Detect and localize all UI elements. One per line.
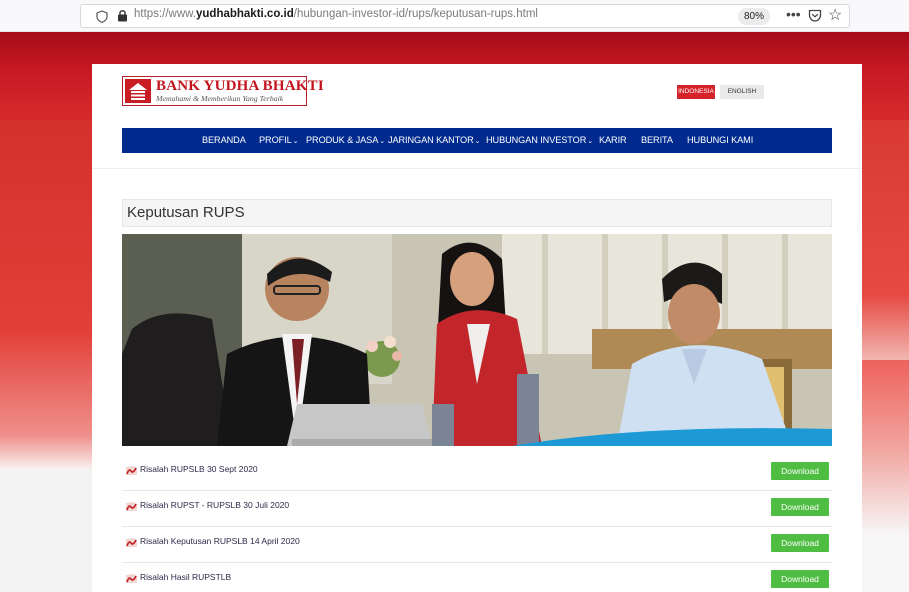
url-path: /hubungan-investor-id/rups/keputusan-rup…	[293, 8, 538, 20]
more-icon[interactable]: •••	[786, 6, 801, 22]
nav-item-berita[interactable]: BERITA	[641, 128, 673, 153]
chevron-down-icon: ⌄	[474, 138, 481, 145]
download-button[interactable]: Download	[771, 534, 829, 552]
document-title[interactable]: Risalah Keputusan RUPSLB 14 April 2020	[140, 536, 300, 546]
browser-toolbar: https://www.yudhabhakti.co.id/hubungan-i…	[0, 0, 909, 32]
shield-icon[interactable]	[96, 10, 108, 23]
bank-name: BANK YUDHA BHAKTI	[156, 78, 324, 94]
download-button[interactable]: Download	[771, 498, 829, 516]
page-container: BANK YUDHA BHAKTI Memahami & Memberikan …	[92, 64, 862, 592]
pocket-icon[interactable]	[808, 9, 822, 22]
banner-image	[122, 234, 832, 446]
nav-item-profil[interactable]: PROFIL⌄	[259, 128, 298, 153]
bank-tagline: Memahami & Memberikan Yang Terbaik	[156, 94, 284, 103]
header-divider	[92, 168, 862, 169]
nav-item-hubungi-kami[interactable]: HUBUNGI KAMI	[687, 128, 753, 153]
url-domain: yudhabhakti.co.id	[196, 8, 294, 20]
pdf-file-icon	[126, 574, 137, 583]
bank-logo[interactable]: BANK YUDHA BHAKTI Memahami & Memberikan …	[122, 76, 324, 106]
right-background-low	[862, 360, 909, 592]
url-prefix: https://www.	[134, 8, 196, 20]
document-row: Risalah Keputusan RUPSLB 14 April 2020 D…	[122, 527, 832, 563]
url-text[interactable]: https://www.yudhabhakti.co.id/hubungan-i…	[134, 8, 538, 20]
document-title[interactable]: Risalah RUPST - RUPSLB 30 Juli 2020	[140, 500, 289, 510]
nav-item-hubungan-investor[interactable]: HUBUNGAN INVESTOR⌄	[486, 128, 593, 153]
nav-item-beranda[interactable]: BERANDA	[202, 128, 246, 153]
zoom-indicator[interactable]: 80%	[738, 8, 770, 25]
download-button[interactable]: Download	[771, 462, 829, 480]
left-background-decoration	[0, 120, 92, 470]
bookmark-star-icon[interactable]: ☆	[828, 5, 842, 25]
nav-label: PRODUK & JASA	[306, 135, 379, 145]
nav-label: JARINGAN KANTOR	[388, 135, 474, 145]
pdf-file-icon	[126, 502, 137, 511]
page-title-bar: Keputusan RUPS	[122, 199, 832, 227]
download-button[interactable]: Download	[771, 570, 829, 588]
pdf-file-icon	[126, 538, 137, 547]
page-title: Keputusan RUPS	[127, 204, 245, 221]
pdf-file-icon	[126, 466, 137, 475]
nav-label: PROFIL	[259, 135, 292, 145]
language-indonesia-button[interactable]: INDONESIA	[677, 85, 715, 99]
chevron-down-icon: ⌄	[587, 138, 593, 145]
logo-emblem-icon	[125, 79, 151, 103]
language-english-button[interactable]: ENGLISH	[720, 85, 764, 99]
chevron-down-icon: ⌄	[292, 138, 299, 145]
chevron-down-icon: ⌄	[379, 138, 385, 145]
document-row: Risalah Hasil RUPSTLB Download	[122, 563, 832, 592]
document-row: Risalah RUPST - RUPSLB 30 Juli 2020 Down…	[122, 491, 832, 527]
nav-label: HUBUNGAN INVESTOR	[486, 135, 587, 145]
right-background-decoration	[862, 120, 909, 370]
lock-icon[interactable]	[117, 9, 128, 22]
document-title[interactable]: Risalah Hasil RUPSTLB	[140, 572, 231, 582]
nav-item-jaringan-kantor[interactable]: JARINGAN KANTOR⌄	[388, 128, 480, 153]
nav-item-produk-jasa[interactable]: PRODUK & JASA⌄	[306, 128, 385, 153]
document-title[interactable]: Risalah RUPSLB 30 Sept 2020	[140, 464, 258, 474]
left-background-low	[0, 470, 92, 592]
nav-item-karir[interactable]: KARIR	[599, 128, 627, 153]
main-navigation: BERANDA PROFIL⌄ PRODUK & JASA⌄ JARINGAN …	[122, 128, 832, 153]
document-row: Risalah RUPSLB 30 Sept 2020 Download	[122, 455, 832, 491]
